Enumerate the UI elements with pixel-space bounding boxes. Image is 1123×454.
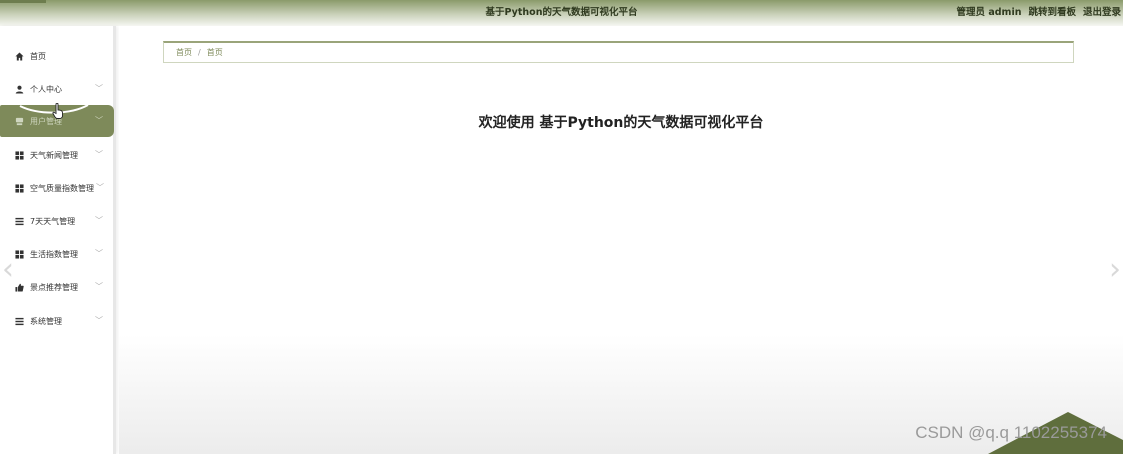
sidebar-item-label: 空气质量指数管理 <box>30 183 94 193</box>
sidebar-item-label: 首页 <box>30 51 46 61</box>
top-header: 基于Python的天气数据可视化平台 管理员 admin 跳转到看板 退出登录 <box>0 0 1123 26</box>
chevron-down-icon: ﹀ <box>95 249 103 258</box>
main-content: 首页 / 首页 欢迎使用 基于Python的天气数据可视化平台 <box>119 26 1123 454</box>
admin-label: 管理员 admin <box>956 7 1022 18</box>
chevron-down-icon: ﹀ <box>96 183 104 192</box>
users-icon <box>14 116 24 126</box>
chevron-down-icon: ﹀ <box>95 316 103 325</box>
sidebar-item-life-index[interactable]: 生活指数管理 ﹀ <box>0 238 114 270</box>
next-arrow-icon[interactable]: › <box>1109 252 1121 287</box>
chevron-down-icon: ﹀ <box>95 216 103 225</box>
header-actions: 管理员 admin 跳转到看板 退出登录 <box>957 4 1121 18</box>
logo-strip <box>0 0 46 3</box>
watermark-text: CSDN @q.q 1102255374 <box>915 423 1107 442</box>
sidebar-item-label: 系统管理 <box>30 316 62 326</box>
sidebar-item-label: 生活指数管理 <box>30 249 78 259</box>
sidebar-item-air-quality[interactable]: 空气质量指数管理 ﹀ <box>0 172 114 204</box>
breadcrumb-home-link[interactable]: 首页 <box>176 47 192 58</box>
breadcrumb-current: 首页 <box>206 48 223 57</box>
sidebar-item-scenic-spots[interactable]: 景点推荐管理 ﹀ <box>0 271 114 303</box>
grid-icon <box>14 150 24 160</box>
app-title: 基于Python的天气数据可视化平台 <box>485 7 638 18</box>
chevron-down-icon: ﹀ <box>95 150 103 159</box>
chevron-down-icon: ﹀ <box>95 116 103 125</box>
sidebar-item-profile[interactable]: 个人中心 ﹀ <box>0 73 114 105</box>
thumbs-up-icon <box>14 282 24 292</box>
mouse-cursor-icon <box>52 103 63 119</box>
chevron-down-icon: ﹀ <box>95 282 103 291</box>
sidebar-item-label: 个人中心 <box>30 84 62 94</box>
home-icon <box>14 51 24 61</box>
sidebar: 首页 个人中心 ﹀ 用户管理 ﹀ 天气新闻管理 ﹀ 空气质量指数管理 ﹀ 7天天… <box>0 26 116 454</box>
sidebar-item-label: 景点推荐管理 <box>30 282 78 292</box>
grid-icon <box>14 183 24 193</box>
chevron-down-icon: ﹀ <box>95 84 103 93</box>
sidebar-item-label: 天气新闻管理 <box>30 150 78 160</box>
grid-icon <box>14 249 24 259</box>
sidebar-item-label: 7天天气管理 <box>30 216 76 226</box>
breadcrumb-separator: / <box>198 48 201 57</box>
dashboard-link[interactable]: 跳转到看板 <box>1028 4 1076 18</box>
list-icon <box>14 216 24 226</box>
welcome-heading: 欢迎使用 基于Python的天气数据可视化平台 <box>478 115 764 131</box>
breadcrumb: 首页 / 首页 <box>163 41 1074 63</box>
list-icon <box>14 316 24 326</box>
prev-arrow-icon[interactable]: ‹ <box>2 252 14 287</box>
sidebar-item-7day-weather[interactable]: 7天天气管理 ﹀ <box>0 205 114 237</box>
sidebar-item-home[interactable]: 首页 <box>0 40 114 72</box>
sidebar-item-system[interactable]: 系统管理 ﹀ <box>0 305 114 337</box>
sidebar-item-weather-news[interactable]: 天气新闻管理 ﹀ <box>0 139 114 171</box>
user-icon <box>14 84 24 94</box>
logout-link[interactable]: 退出登录 <box>1083 4 1121 18</box>
